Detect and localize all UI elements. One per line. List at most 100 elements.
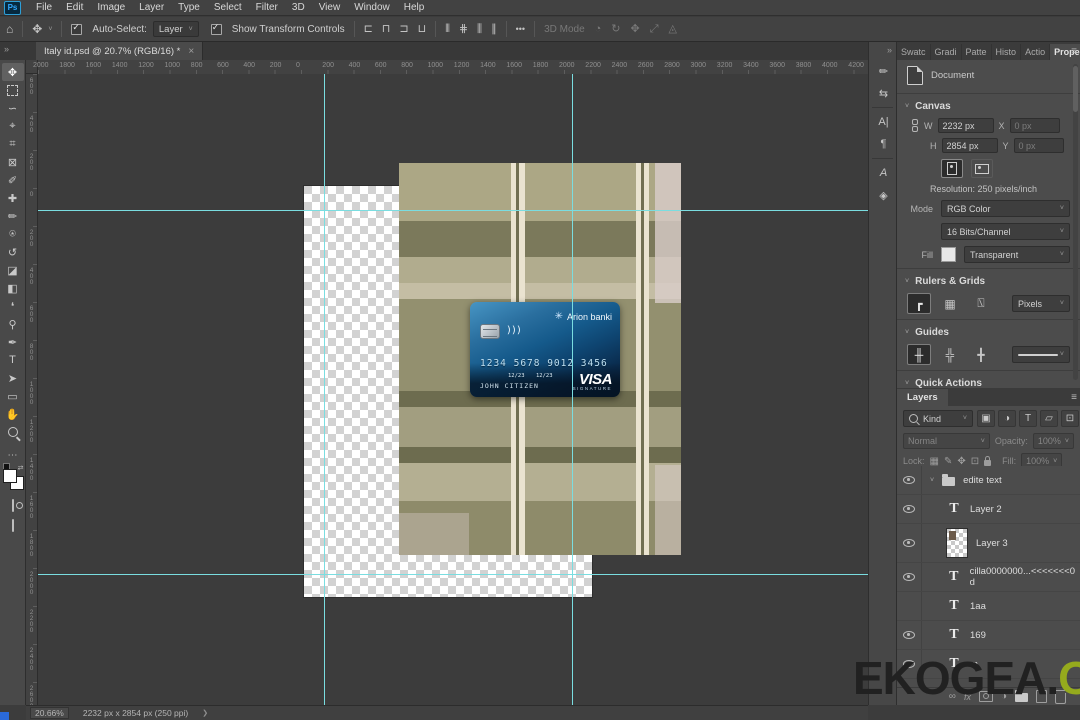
filter-smart-objects-icon[interactable]: ⊡ (1061, 410, 1079, 427)
layer-row[interactable]: ˅ edite text (897, 466, 1080, 495)
tab-actio[interactable]: Actio (1021, 44, 1051, 60)
lock-guides-icon[interactable]: ╬ (938, 344, 962, 365)
layer-row[interactable]: Tcilla0000000...<<<<<<<0 d (897, 563, 1080, 592)
guide-vertical-1[interactable] (324, 74, 325, 705)
pen-tool[interactable]: ✒ (2, 333, 24, 351)
path-selection-tool[interactable]: ➤ (2, 369, 24, 387)
tab-patte[interactable]: Patte (962, 44, 992, 60)
auto-select-dropdown[interactable]: Layer ˅ (152, 21, 199, 37)
visibility-toggle[interactable] (897, 495, 922, 523)
distribute-left-icon[interactable]: ⫴ (445, 23, 450, 35)
layers-tab[interactable]: Layers (897, 389, 948, 406)
visibility-toggle[interactable] (897, 592, 922, 620)
credit-card-image[interactable]: ✳ Arion banki ))) 1234 5678 9012 3456 12… (470, 302, 620, 397)
menu-window[interactable]: Window (347, 2, 397, 13)
snap-toggle-icon[interactable]: ⍂ (969, 293, 993, 314)
filter-adjustment-layers-icon[interactable]: ◑ (998, 410, 1016, 427)
glyphs-panel-icon[interactable]: A (869, 162, 898, 184)
quick-actions-section-header[interactable]: ˅ Quick Actions (897, 373, 1080, 388)
layer-name[interactable]: Layer 2 (970, 504, 1002, 515)
color-swatches[interactable]: ⇄ (2, 463, 24, 491)
layer-name[interactable]: Layer 3 (976, 538, 1008, 549)
distribute-vertical-icon[interactable]: ∥ (491, 23, 497, 35)
filter-type-layers-icon[interactable]: T (1019, 410, 1037, 427)
link-dimensions-icon[interactable] (911, 118, 919, 133)
guide-horizontal-1[interactable] (38, 210, 868, 211)
show-transform-checkbox[interactable] (210, 22, 222, 35)
status-chevron-icon[interactable]: ❯ (202, 709, 208, 717)
visibility-toggle[interactable] (897, 524, 922, 562)
more-options-icon[interactable]: ••• (516, 23, 525, 35)
layer-thumbnail[interactable] (946, 528, 968, 558)
shape-tool[interactable]: ▭ (2, 387, 24, 405)
menu-view[interactable]: View (312, 2, 348, 13)
layer-row[interactable]: T 1aa (897, 592, 1080, 621)
move-tool-icon[interactable]: ✥ (32, 23, 42, 35)
collapse-panels-icon[interactable]: » (887, 45, 892, 55)
crop-tool[interactable]: ⌗ (2, 135, 24, 153)
paragraph-panel-icon[interactable]: ¶ (869, 133, 898, 155)
layer-row[interactable]: Layer 3 (897, 524, 1080, 563)
units-select[interactable]: Pixels ˅ (1012, 295, 1070, 312)
gradient-tool[interactable]: ◧ (2, 279, 24, 297)
lock-transparency-icon[interactable]: ▦ (930, 456, 939, 467)
character-panel-icon[interactable]: A| (869, 111, 898, 133)
chevron-down-icon[interactable]: ˅ (930, 477, 934, 484)
layer-name[interactable]: edite text (963, 475, 1002, 486)
canvas-section-header[interactable]: ˅ Canvas (897, 96, 1080, 115)
rulers-grids-section-header[interactable]: ˅ Rulers & Grids (897, 271, 1080, 290)
3d-slide-icon[interactable]: ⤢ (650, 23, 659, 35)
orientation-landscape-button[interactable] (971, 159, 993, 178)
clear-guides-icon[interactable]: ╋ (969, 344, 993, 365)
collapse-tools-icon[interactable]: » (4, 44, 9, 54)
align-bottom-edges-icon[interactable]: ⊔ (418, 23, 427, 35)
brush-tool[interactable]: ✏ (2, 207, 24, 225)
3d-panel-icon[interactable]: ◈ (869, 184, 898, 206)
guide-vertical-2[interactable] (572, 74, 573, 705)
blend-mode-select[interactable]: Normal ˅ (903, 433, 990, 449)
layer-row[interactable]: T Layer 2 (897, 495, 1080, 524)
orientation-portrait-button[interactable] (941, 159, 963, 178)
guide-style-select[interactable]: ˅ (1012, 346, 1070, 363)
close-tab-icon[interactable]: × (188, 46, 194, 57)
guides-section-header[interactable]: ˅ Guides (897, 322, 1080, 341)
vertical-ruler[interactable]: 6 0 0 4 0 0 2 0 0 0 2 0 0 4 0 0 6 0 0 8 0 0 1 0 … (26, 74, 38, 710)
home-icon[interactable]: ⌂ (6, 23, 13, 35)
menu-image[interactable]: Image (90, 2, 132, 13)
visibility-toggle[interactable] (897, 621, 922, 649)
swap-colors-icon[interactable]: ⇄ (18, 464, 24, 472)
menu-help[interactable]: Help (397, 2, 432, 13)
fill-select[interactable]: Transparent ˅ (964, 246, 1070, 263)
auto-select-checkbox[interactable] (71, 22, 83, 35)
healing-brush-tool[interactable]: ✚ (2, 189, 24, 207)
clone-stamp-tool[interactable]: ⍟ (2, 225, 24, 243)
tab-swatc[interactable]: Swatc (897, 44, 931, 60)
chevron-down-icon[interactable]: ˅ (48, 26, 52, 33)
menu-type[interactable]: Type (171, 2, 207, 13)
height-field[interactable]: 2854 px (941, 138, 998, 153)
visibility-toggle[interactable] (897, 563, 922, 591)
guide-horizontal-2[interactable] (38, 574, 868, 575)
document-tab[interactable]: Italy id.psd @ 20.7% (RGB/16) * × (36, 42, 204, 60)
layer-row[interactable]: T 169 (897, 621, 1080, 650)
lock-pixels-icon[interactable]: ✎ (944, 456, 952, 467)
color-mode-select[interactable]: RGB Color ˅ (941, 200, 1070, 217)
align-left-edges-icon[interactable]: ⊏ (364, 23, 373, 35)
3d-camera-icon[interactable]: ◬ (669, 23, 677, 35)
layer-name[interactable]: 169 (970, 630, 986, 641)
fill-swatch[interactable] (941, 247, 956, 262)
panel-menu-icon[interactable]: ≡ (1071, 46, 1077, 57)
dodge-tool[interactable]: ⚲ (2, 315, 24, 333)
distribute-centers-icon[interactable]: ⋕ (459, 23, 468, 35)
blur-tool[interactable]: ❛ (2, 297, 24, 315)
zoom-level-field[interactable]: 20.66% (30, 707, 69, 719)
quick-mask-button[interactable] (11, 499, 14, 512)
menu-layer[interactable]: Layer (132, 2, 171, 13)
screen-mode-button[interactable] (11, 519, 14, 532)
type-tool[interactable]: T (2, 351, 24, 369)
rulers-toggle-icon[interactable]: ┏ (907, 293, 931, 314)
marquee-tool[interactable] (2, 81, 24, 99)
kind-filter-select[interactable]: Kind ˅ (903, 410, 973, 427)
3d-roll-icon[interactable]: ↻ (611, 23, 620, 35)
frame-tool[interactable]: ⊠ (2, 153, 24, 171)
